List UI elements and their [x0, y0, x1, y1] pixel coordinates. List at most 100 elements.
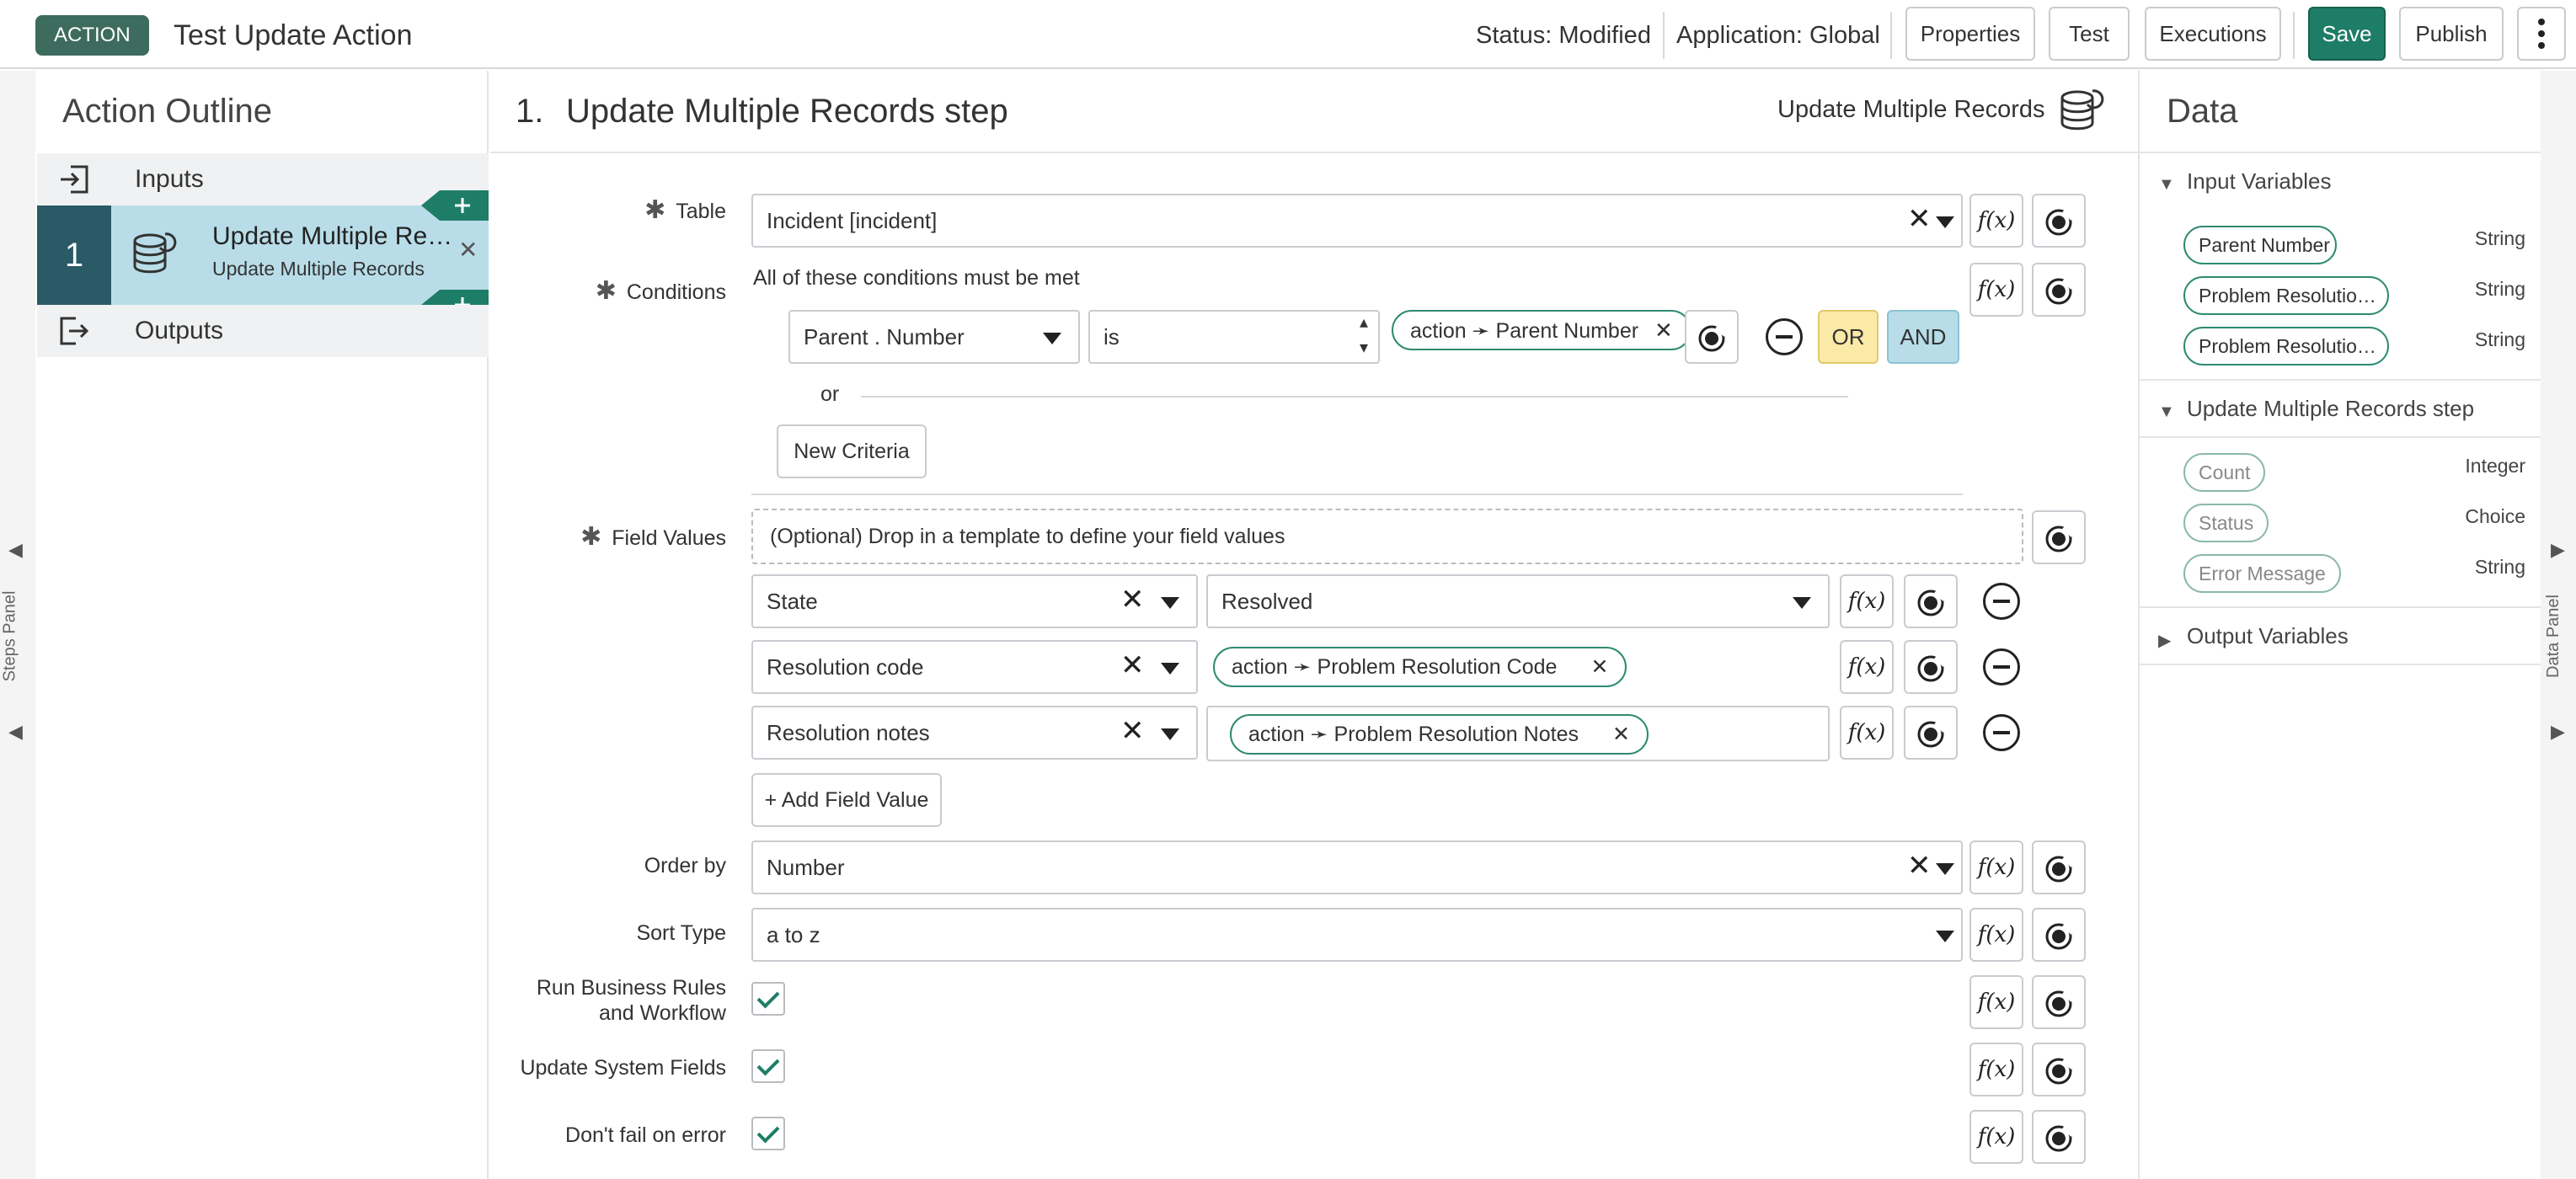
fx-button[interactable]: f(x) — [1969, 975, 2023, 1029]
field-value-select-state[interactable]: Resolved — [1206, 574, 1830, 628]
data-pill-picker-button[interactable] — [2032, 840, 2086, 894]
test-button[interactable]: Test — [2049, 7, 2130, 61]
data-pill-icon — [2045, 923, 2074, 950]
fx-button[interactable]: f(x) — [1969, 1110, 2023, 1164]
data-pill-error-message[interactable]: Error Message — [2183, 554, 2341, 593]
chevron-down-icon[interactable] — [1793, 597, 1811, 609]
data-pill-picker-button[interactable] — [1904, 574, 1958, 628]
condition-field-select[interactable]: Parent . Number — [788, 310, 1080, 364]
fx-button[interactable]: f(x) — [1840, 706, 1894, 760]
status-text: Status: Modified — [1476, 22, 1651, 49]
data-pill-picker-button[interactable] — [2032, 908, 2086, 962]
data-pill-picker-button[interactable] — [2032, 510, 2086, 564]
clear-icon[interactable]: ✕ — [1907, 840, 1932, 891]
fx-button[interactable]: f(x) — [1840, 640, 1894, 694]
data-pill-picker-button[interactable] — [1685, 310, 1739, 364]
field-select-state[interactable]: State ✕ — [751, 574, 1198, 628]
table-select[interactable]: Incident [incident] ✕ — [751, 194, 1963, 248]
data-pill-parent-number[interactable]: Parent Number — [2183, 226, 2337, 264]
remove-condition-icon[interactable] — [1766, 318, 1803, 355]
outline-inputs-label: Inputs — [135, 165, 204, 193]
data-pill-picker-button[interactable] — [1904, 706, 1958, 760]
data-pill-picker-button[interactable] — [2032, 1110, 2086, 1164]
chevron-down-icon[interactable] — [1161, 597, 1179, 609]
clear-icon[interactable]: ✕ — [1120, 574, 1145, 625]
chevron-down-icon[interactable] — [1161, 663, 1179, 675]
template-drop-zone[interactable]: (Optional) Drop in a template to define … — [751, 509, 2023, 564]
action-title: Test Update Action — [174, 19, 413, 51]
data-pill-problem-resolution[interactable]: Problem Resolutio… — [2183, 276, 2389, 315]
remove-field-icon[interactable] — [1983, 648, 2020, 686]
collapse-left-icon[interactable]: ◀ — [8, 539, 23, 561]
data-pill-picker-button[interactable] — [2032, 194, 2086, 248]
fx-button[interactable]: f(x) — [1969, 194, 2023, 248]
chevron-down-icon[interactable] — [1161, 728, 1179, 740]
remove-field-icon[interactable] — [1983, 714, 2020, 751]
remove-pill-icon[interactable]: ✕ — [1590, 655, 1608, 679]
save-button[interactable]: Save — [2308, 7, 2386, 61]
remove-pill-icon[interactable]: ✕ — [1654, 317, 1673, 343]
database-refresh-icon — [2060, 89, 2104, 131]
fx-button[interactable]: f(x) — [1969, 840, 2023, 894]
chevron-down-icon[interactable] — [1936, 216, 1954, 228]
remove-step-icon[interactable]: ✕ — [458, 236, 478, 264]
add-step-above-icon[interactable] — [421, 190, 489, 221]
clear-icon[interactable]: ✕ — [1120, 706, 1145, 756]
new-criteria-button[interactable]: New Criteria — [777, 424, 927, 478]
data-pill-status[interactable]: Status — [2183, 504, 2269, 542]
data-pill-picker-button[interactable] — [1904, 640, 1958, 694]
data-type: String — [2474, 227, 2525, 249]
step-editor: 1. Update Multiple Records step Update M… — [490, 71, 2138, 1179]
outline-outputs[interactable]: Outputs — [37, 305, 489, 357]
data-pill-picker-button[interactable] — [2032, 1043, 2086, 1096]
clear-icon[interactable]: ✕ — [1120, 640, 1145, 691]
fx-button[interactable]: f(x) — [1969, 908, 2023, 962]
top-header: ACTION Test Update Action Status: Modifi… — [0, 0, 2576, 69]
output-variables-header[interactable]: ▶ Output Variables — [2140, 606, 2542, 665]
clear-icon[interactable]: ✕ — [1907, 194, 1932, 244]
properties-button[interactable]: Properties — [1905, 7, 2035, 61]
steps-panel-edge[interactable]: ◀ Steps Panel ◀ — [0, 71, 35, 1179]
more-options-button[interactable] — [2517, 7, 2566, 61]
data-pill-picker-button[interactable] — [2032, 975, 2086, 1029]
data-type: String — [2474, 556, 2525, 578]
condition-value-pill[interactable]: action ➛ Parent Number ✕ — [1392, 310, 1692, 350]
up-down-icon[interactable]: ▴ ▾ — [1360, 310, 1368, 360]
chevron-down-icon[interactable] — [1043, 333, 1061, 344]
input-variables-header[interactable]: ▼ Input Variables — [2140, 153, 2542, 212]
and-button[interactable]: AND — [1887, 310, 1959, 364]
remove-field-icon[interactable] — [1983, 583, 2020, 620]
run-business-rules-checkbox[interactable] — [751, 982, 785, 1016]
data-pill-count[interactable]: Count — [2183, 453, 2266, 492]
data-pill-picker-button[interactable] — [2032, 263, 2086, 317]
action-badge: ACTION — [35, 15, 149, 56]
field-select-resolution-notes[interactable]: Resolution notes ✕ — [751, 706, 1198, 760]
executions-button[interactable]: Executions — [2145, 7, 2281, 61]
resolution-code-pill[interactable]: action ➛ Problem Resolution Code ✕ — [1213, 647, 1627, 687]
order-by-select[interactable]: Number ✕ — [751, 840, 1963, 894]
step-data-header[interactable]: ▼ Update Multiple Records step — [2140, 379, 2542, 438]
data-pill-problem-resolution[interactable]: Problem Resolutio… — [2183, 327, 2389, 365]
field-select-resolution-code[interactable]: Resolution code ✕ — [751, 640, 1198, 694]
data-panel-edge[interactable]: ▶ Data Panel ▶ — [2541, 71, 2576, 1179]
sort-type-select[interactable]: a to z — [751, 908, 1963, 962]
chevron-down-icon[interactable] — [1936, 863, 1954, 875]
dont-fail-checkbox[interactable] — [751, 1117, 785, 1150]
condition-operator-select[interactable]: is ▴ ▾ — [1088, 310, 1380, 364]
fx-button[interactable]: f(x) — [1969, 263, 2023, 317]
data-pill-icon — [2045, 525, 2074, 552]
resolution-notes-pill[interactable]: action ➛ Problem Resolution Notes ✕ — [1230, 714, 1649, 755]
collapse-right-icon[interactable]: ▶ — [2551, 721, 2565, 743]
remove-pill-icon[interactable]: ✕ — [1612, 723, 1630, 746]
collapse-left-icon[interactable]: ◀ — [8, 721, 23, 743]
add-field-value-button[interactable]: + Add Field Value — [751, 773, 942, 827]
chevron-down-icon[interactable] — [1936, 931, 1954, 942]
or-button[interactable]: OR — [1818, 310, 1879, 364]
fx-button[interactable]: f(x) — [1969, 1043, 2023, 1096]
update-system-fields-checkbox[interactable] — [751, 1049, 785, 1083]
data-pill-icon — [2045, 1125, 2074, 1152]
collapse-right-icon[interactable]: ▶ — [2551, 539, 2565, 561]
publish-button[interactable]: Publish — [2399, 7, 2504, 61]
update-system-fields-label: Update System Fields — [520, 1056, 726, 1080]
fx-button[interactable]: f(x) — [1840, 574, 1894, 628]
